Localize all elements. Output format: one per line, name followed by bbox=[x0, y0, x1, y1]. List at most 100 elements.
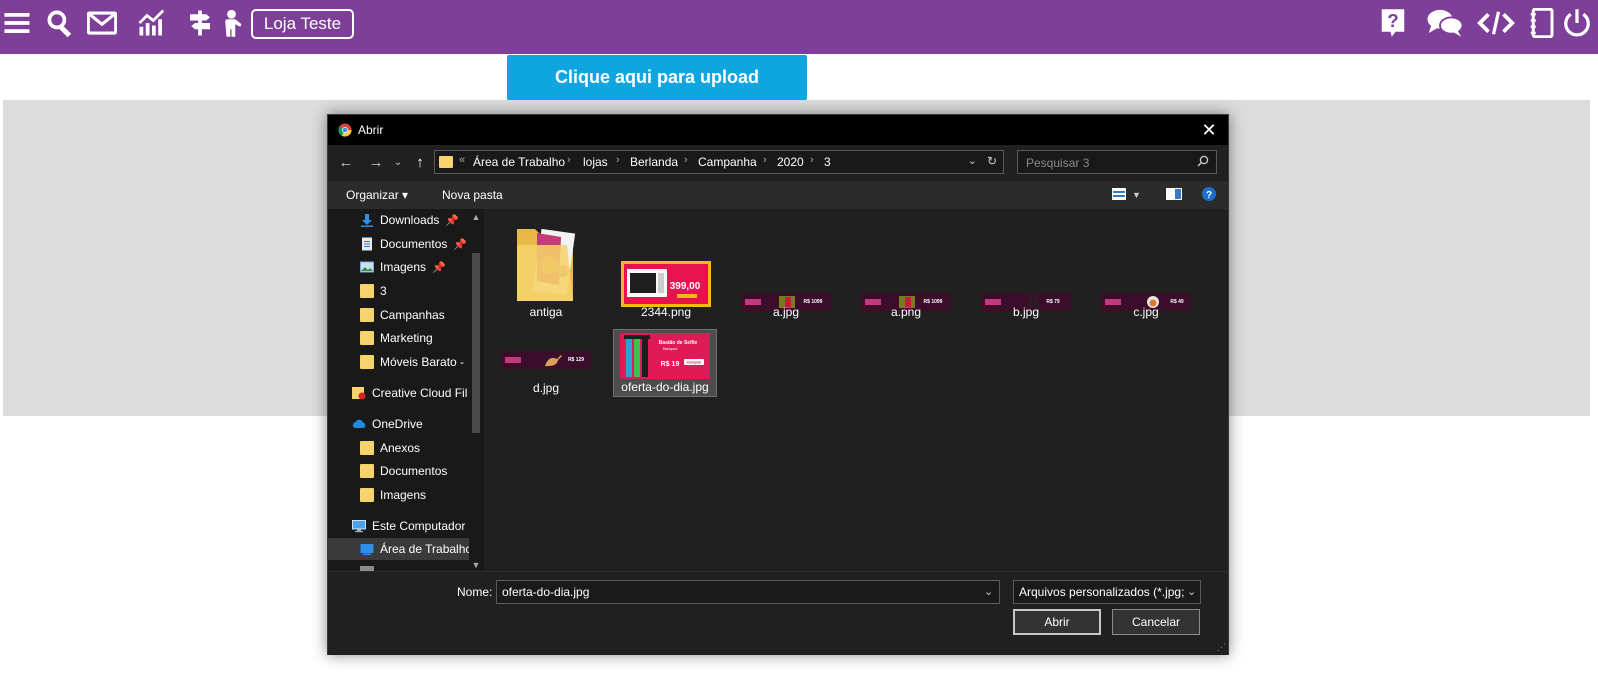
recent-chevron-icon[interactable]: ⌄ bbox=[388, 153, 408, 173]
search-placeholder: Pesquisar 3 bbox=[1026, 156, 1090, 170]
pin-icon: 📌 bbox=[453, 238, 468, 251]
breadcrumb-separator-icon: › bbox=[684, 154, 688, 166]
back-arrow-icon[interactable]: ← bbox=[336, 153, 356, 173]
dialog-titlebar[interactable]: Abrir ✕ bbox=[328, 115, 1228, 145]
address-row: ← → ⌄ ↑ « Área de Trabalho › lojas › Ber… bbox=[328, 145, 1228, 181]
scroll-down-icon[interactable]: ▼ bbox=[471, 560, 481, 570]
power-icon[interactable] bbox=[1560, 6, 1594, 40]
thumb-price-text: R$ 19 bbox=[661, 361, 680, 368]
nav-item-onedrive-imagens[interactable]: Imagens bbox=[360, 484, 426, 506]
chevron-down-icon[interactable]: ⌄ bbox=[1187, 585, 1196, 598]
nav-item-anexos[interactable]: Anexos bbox=[360, 437, 420, 459]
breadcrumb-item[interactable]: Berlanda bbox=[630, 155, 678, 169]
pin-icon: 📌 bbox=[445, 214, 460, 227]
thumb-price-text: R$ 129 bbox=[568, 357, 584, 363]
up-arrow-icon[interactable]: ↑ bbox=[410, 153, 430, 173]
folder-icon bbox=[360, 355, 374, 369]
help-icon[interactable]: ? bbox=[1376, 6, 1410, 40]
code-icon[interactable] bbox=[1474, 6, 1518, 40]
search-icon[interactable] bbox=[43, 6, 77, 40]
breadcrumb-separator-icon: › bbox=[616, 154, 620, 166]
filename-label: Nome: bbox=[457, 585, 493, 599]
signpost-icon[interactable] bbox=[183, 6, 217, 40]
file-item[interactable]: R$ 79 b.jpg bbox=[974, 219, 1078, 321]
nav-item-drive[interactable] bbox=[360, 562, 380, 571]
scroll-thumb[interactable] bbox=[472, 253, 480, 433]
command-bar: Organizar ▾ Nova pasta ▼ ? bbox=[328, 181, 1228, 209]
breadcrumb-item[interactable]: 3 bbox=[824, 155, 831, 169]
nav-item-documentos[interactable]: Documentos 📌 bbox=[360, 233, 467, 255]
view-options-icon[interactable] bbox=[1112, 188, 1126, 200]
open-file-dialog: Abrir ✕ ← → ⌄ ↑ « Área de Trabalho › loj… bbox=[327, 114, 1229, 655]
breadcrumb-item[interactable]: Área de Trabalho bbox=[473, 155, 565, 169]
refresh-icon[interactable]: ↻ bbox=[987, 154, 997, 168]
dialog-title: Abrir bbox=[358, 123, 384, 137]
address-bar[interactable]: « Área de Trabalho › lojas › Berlanda › … bbox=[434, 150, 1004, 174]
breadcrumb-item[interactable]: 2020 bbox=[777, 155, 804, 169]
nav-item-downloads[interactable]: Downloads 📌 bbox=[360, 209, 459, 231]
nav-item-desktop[interactable]: Área de Trabalho bbox=[328, 538, 472, 560]
search-input[interactable]: Pesquisar 3 bbox=[1017, 150, 1217, 174]
file-item[interactable]: R$ 129 d.jpg bbox=[494, 327, 598, 397]
forward-arrow-icon[interactable]: → bbox=[366, 153, 386, 173]
thumb-price-text: 399,00 bbox=[670, 281, 701, 292]
folder-icon bbox=[360, 284, 374, 298]
breadcrumb-item[interactable]: Campanha bbox=[698, 155, 757, 169]
help-icon[interactable]: ? bbox=[1202, 187, 1216, 201]
folder-icon bbox=[360, 331, 374, 345]
organize-menu[interactable]: Organizar ▾ bbox=[346, 188, 408, 202]
mail-icon[interactable] bbox=[85, 6, 119, 40]
file-item[interactable]: R$ 49 c.jpg bbox=[1094, 219, 1198, 321]
svg-text:?: ? bbox=[1206, 190, 1212, 201]
overflow-chevron-icon[interactable]: « bbox=[459, 154, 465, 166]
document-icon bbox=[362, 237, 372, 251]
store-button[interactable]: Loja Teste bbox=[251, 9, 354, 39]
nav-item-campanhas[interactable]: Campanhas bbox=[360, 304, 445, 326]
filename-input[interactable] bbox=[496, 580, 1000, 604]
view-dropdown-icon[interactable]: ▼ bbox=[1132, 190, 1141, 200]
scroll-up-icon[interactable]: ▲ bbox=[471, 212, 481, 222]
file-item[interactable]: 399,00 2344.png bbox=[614, 219, 718, 321]
thumb-button-text: Comprar bbox=[687, 361, 702, 365]
resize-grip-icon[interactable]: ⋰ bbox=[1217, 642, 1226, 653]
search-icon bbox=[1197, 155, 1209, 167]
preview-pane-icon[interactable] bbox=[1166, 188, 1182, 200]
nav-item-moveis-barato[interactable]: Móveis Barato - bbox=[360, 351, 464, 373]
file-item[interactable]: R$ 1099 a.jpg bbox=[734, 219, 838, 321]
thumb-title-text: Bastão de Selfie bbox=[659, 340, 698, 346]
image-thumbnail: Bastão de Selfie Monopod R$ 19 Comprar bbox=[620, 333, 710, 379]
nav-item-onedrive[interactable]: OneDrive bbox=[352, 413, 423, 435]
chat-icon[interactable] bbox=[1423, 6, 1467, 40]
chevron-down-icon[interactable]: ⌄ bbox=[968, 154, 977, 167]
open-button[interactable]: Abrir bbox=[1013, 609, 1101, 635]
new-folder-button[interactable]: Nova pasta bbox=[442, 188, 503, 202]
upload-button[interactable]: Clique aqui para upload bbox=[507, 55, 807, 100]
nav-item-onedrive-documentos[interactable]: Documentos bbox=[360, 460, 447, 482]
file-item[interactable]: antiga bbox=[494, 219, 598, 321]
notebook-icon[interactable] bbox=[1525, 6, 1559, 40]
file-item[interactable]: R$ 1099 a.png bbox=[854, 219, 958, 321]
file-type-select[interactable]: Arquivos personalizados (*.jpg; bbox=[1013, 580, 1201, 604]
nav-item-creative-cloud[interactable]: Creative Cloud Fil bbox=[352, 382, 467, 404]
nav-item-imagens[interactable]: Imagens 📌 bbox=[360, 256, 446, 278]
chevron-down-icon[interactable]: ⌄ bbox=[984, 585, 993, 598]
top-navbar: Loja Teste ? bbox=[0, 0, 1598, 54]
nav-item-this-pc[interactable]: Este Computador bbox=[352, 515, 465, 537]
file-item-selected[interactable]: Bastão de Selfie Monopod R$ 19 Comprar o… bbox=[613, 329, 717, 397]
svg-text:?: ? bbox=[1387, 10, 1398, 31]
menu-icon[interactable] bbox=[0, 6, 34, 40]
nav-item-folder-3[interactable]: 3 bbox=[360, 280, 387, 302]
breadcrumb-separator-icon: › bbox=[810, 154, 814, 166]
file-list[interactable]: antiga 399,00 2344.png R$ 1099 a.jpg R$ … bbox=[484, 209, 1228, 571]
desktop-icon bbox=[360, 544, 374, 555]
nav-item-marketing[interactable]: Marketing bbox=[360, 327, 433, 349]
navigation-pane[interactable]: Downloads 📌 Documentos 📌 Imagens 📌 3 Cam… bbox=[328, 209, 484, 571]
breadcrumb-item[interactable]: lojas bbox=[583, 155, 608, 169]
cancel-button[interactable]: Cancelar bbox=[1112, 609, 1200, 635]
folder-icon bbox=[360, 464, 374, 478]
folder-icon bbox=[360, 308, 374, 322]
close-icon[interactable]: ✕ bbox=[1198, 119, 1220, 141]
chart-icon[interactable] bbox=[135, 6, 169, 40]
nav-scrollbar[interactable]: ▲ ▼ bbox=[469, 209, 483, 571]
download-arrow-icon bbox=[361, 214, 373, 227]
